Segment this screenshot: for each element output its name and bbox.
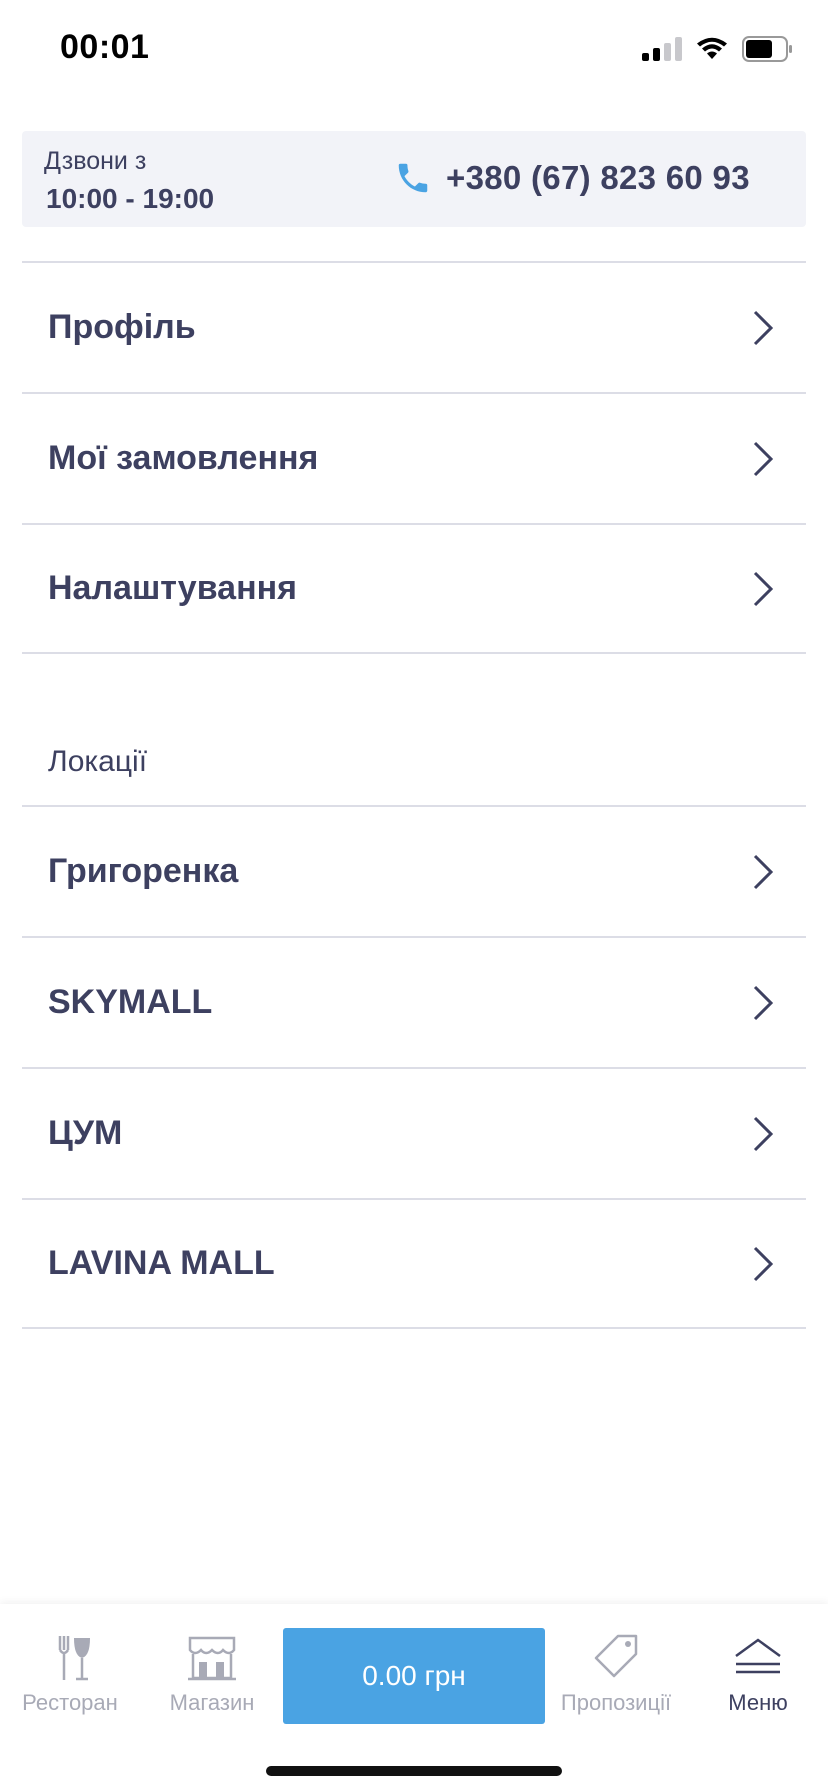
location-item-lavina-mall[interactable]: LAVINA MALL xyxy=(22,1198,806,1329)
chevron-right-icon xyxy=(753,1116,774,1151)
tab-label: Магазин xyxy=(169,1690,255,1715)
fork-and-glass-icon xyxy=(58,1636,90,1681)
phone-number: +380 (67) 823 60 93 xyxy=(446,159,750,196)
menu-screen: 00:01 Дзвони з 10:00 - 19:00 +380 (67) 8… xyxy=(0,0,828,1792)
menu-item-label: Профіль xyxy=(48,308,196,346)
location-item-label: ЦУМ xyxy=(48,1114,123,1152)
chevron-right-icon xyxy=(753,854,774,889)
menu-item-settings[interactable]: Налаштування xyxy=(22,523,806,654)
status-time: 00:01 xyxy=(60,28,150,66)
status-bar: 00:01 xyxy=(0,0,828,100)
location-item-label: LAVINA MALL xyxy=(48,1244,275,1282)
chevron-right-icon xyxy=(753,1246,774,1281)
cart-total-button[interactable]: 0.00 грн xyxy=(283,1628,545,1724)
chevron-right-icon xyxy=(753,985,774,1020)
tab-menu[interactable]: Меню xyxy=(688,1632,828,1732)
menu-item-profile[interactable]: Профіль xyxy=(22,261,806,392)
tab-offers[interactable]: Пропозиції xyxy=(546,1632,686,1732)
wifi-icon xyxy=(697,37,727,59)
chevron-right-icon xyxy=(753,441,774,476)
location-item-skymall[interactable]: SKYMALL xyxy=(22,936,806,1067)
tab-label: Ресторан xyxy=(22,1690,118,1715)
cellular-signal-icon xyxy=(642,37,682,61)
location-item-label: SKYMALL xyxy=(48,983,213,1021)
locations-list: Григоренка SKYMALL ЦУМ LAVINA MALL xyxy=(22,805,806,1329)
tab-label: Пропозиції xyxy=(560,1690,672,1715)
menu-item-label: Налаштування xyxy=(48,569,297,607)
battery-icon xyxy=(742,36,792,62)
location-item-label: Григоренка xyxy=(48,852,239,890)
chevron-right-icon xyxy=(753,310,774,345)
account-menu-list: Профіль Мої замовлення Налаштування xyxy=(22,261,806,654)
phone-icon xyxy=(398,163,428,193)
home-indicator xyxy=(266,1766,562,1776)
call-label: Дзвони з xyxy=(44,147,147,175)
price-tag-icon xyxy=(594,1634,638,1678)
chevron-right-icon xyxy=(753,571,774,606)
call-hours-box: Дзвони з 10:00 - 19:00 +380 (67) 823 60 … xyxy=(22,131,806,227)
call-phone-link[interactable]: +380 (67) 823 60 93 xyxy=(394,159,750,197)
tab-label: Меню xyxy=(728,1690,788,1715)
location-item-hryhorenka[interactable]: Григоренка xyxy=(22,805,806,936)
storefront-icon xyxy=(188,1636,236,1681)
tab-restaurant[interactable]: Ресторан xyxy=(0,1632,140,1732)
locations-section-title: Локації xyxy=(48,745,148,778)
menu-item-my-orders[interactable]: Мої замовлення xyxy=(22,392,806,523)
menu-icon xyxy=(735,1638,781,1674)
location-item-tsum[interactable]: ЦУМ xyxy=(22,1067,806,1198)
bottom-tab-bar: Ресторан Магазин 0.00 грн Пропозиції Мен… xyxy=(0,1604,828,1792)
tab-shop[interactable]: Магазин xyxy=(142,1632,282,1732)
call-hours: 10:00 - 19:00 xyxy=(46,183,215,214)
menu-item-label: Мої замовлення xyxy=(48,439,319,477)
status-icons xyxy=(642,34,794,64)
